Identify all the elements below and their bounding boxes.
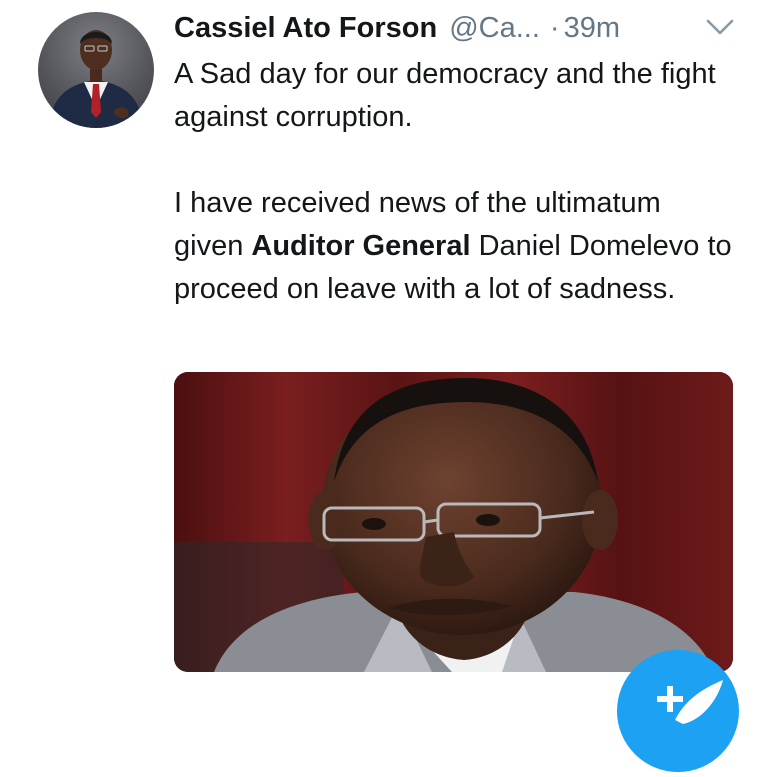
tweet-text-bold: Auditor General bbox=[251, 230, 471, 262]
tweet-paragraph-2: I have received news of the ultimatum gi… bbox=[174, 182, 734, 311]
tweet-body: A Sad day for our democracy and the figh… bbox=[174, 53, 734, 311]
tweet-media-image[interactable] bbox=[174, 372, 733, 672]
author-name[interactable]: Cassiel Ato Forson bbox=[174, 12, 437, 45]
tweet-paragraph-1: A Sad day for our democracy and the figh… bbox=[174, 58, 716, 133]
compose-tweet-button[interactable] bbox=[617, 650, 739, 772]
compose-tweet-icon bbox=[657, 680, 723, 724]
tweet-options-button[interactable] bbox=[704, 14, 736, 40]
attached-photo bbox=[174, 372, 733, 672]
author-avatar[interactable] bbox=[38, 12, 154, 128]
author-handle[interactable]: @Ca... bbox=[449, 12, 540, 45]
chevron-down-icon bbox=[706, 19, 734, 35]
separator-dot: · bbox=[549, 11, 560, 44]
author-portrait-image bbox=[48, 30, 144, 128]
tweet-timestamp[interactable]: 39m bbox=[564, 12, 620, 45]
tweet-header: Cassiel Ato Forson @Ca... · 39m bbox=[174, 8, 754, 48]
